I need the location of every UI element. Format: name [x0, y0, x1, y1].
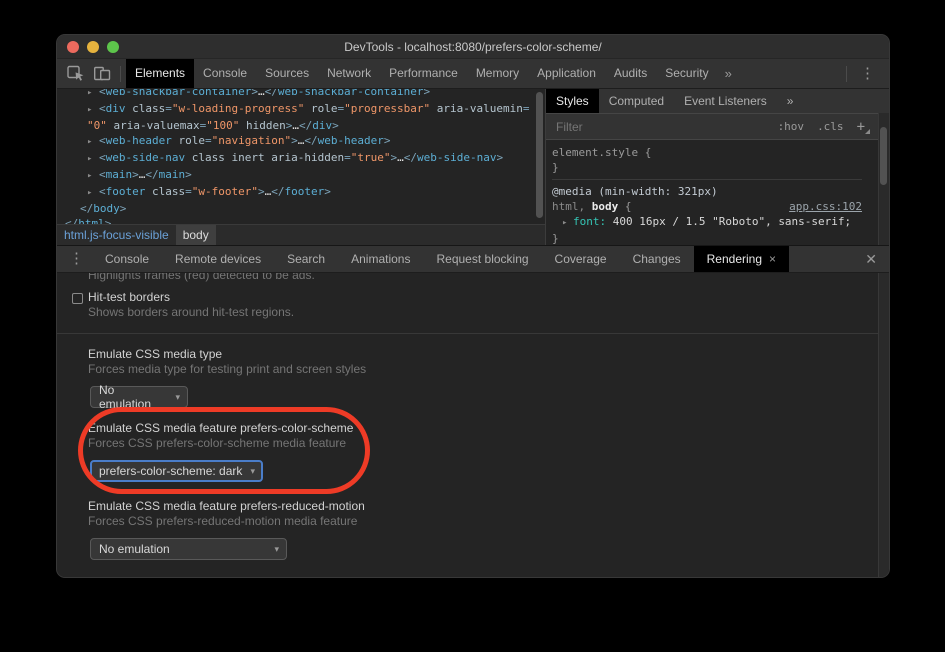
styles-filter-bar: :hov .cls + [546, 114, 878, 140]
section-description: Forces CSS prefers-reduced-motion media … [88, 514, 889, 529]
class-toggle-button[interactable]: .cls [817, 120, 844, 133]
elements-panel: ▸<web-snackbar-container>…</web-snackbar… [57, 89, 889, 245]
tab-elements[interactable]: Elements [126, 59, 194, 88]
drawer-tab-rendering[interactable]: Rendering × [694, 246, 789, 272]
media-type-section: Emulate CSS media type Forces media type… [57, 347, 889, 408]
tab-event-listeners[interactable]: Event Listeners [674, 89, 777, 113]
styles-scrollbar-thumb[interactable] [880, 127, 887, 185]
drawer-tab-search[interactable]: Search [274, 246, 338, 272]
prefers-color-scheme-section: Emulate CSS media feature prefers-color-… [57, 421, 889, 482]
tab-application[interactable]: Application [528, 59, 605, 88]
drawer-tab-coverage[interactable]: Coverage [542, 246, 620, 272]
main-toolbar: Elements Console Sources Network Perform… [57, 59, 889, 89]
styles-sidebar: Styles Computed Event Listeners » :hov .… [545, 89, 889, 245]
tree-node[interactable]: </body> [65, 201, 545, 216]
drawer-tab-request-blocking[interactable]: Request blocking [423, 246, 541, 272]
tree-node[interactable]: ▸<div class="w-loading-progress" role="p… [65, 101, 545, 118]
minimize-window-button[interactable] [87, 41, 99, 53]
expand-node-icon[interactable]: ▸ [87, 89, 99, 101]
hit-test-borders-checkbox[interactable] [72, 293, 83, 304]
tab-console[interactable]: Console [194, 59, 256, 88]
drawer-tab-changes[interactable]: Changes [620, 246, 694, 272]
tab-audits[interactable]: Audits [605, 59, 656, 88]
drawer-toolbar: ⋮ Console Remote devices Search Animatio… [57, 245, 889, 273]
select-chevron-icon: ▾ [250, 466, 255, 477]
tab-sources[interactable]: Sources [256, 59, 318, 88]
tab-styles[interactable]: Styles [546, 89, 599, 113]
drawer-tab-animations[interactable]: Animations [338, 246, 423, 272]
tree-node[interactable]: ▸<footer class="w-footer">…</footer> [65, 184, 545, 201]
close-rendering-tab-icon[interactable]: × [769, 246, 776, 272]
breadcrumb-item-html[interactable]: html.js-focus-visible [57, 225, 176, 245]
devtools-menu-icon[interactable]: ⋮ [852, 61, 883, 87]
expand-node-icon[interactable]: ▸ [87, 135, 99, 150]
tree-node[interactable]: "0" aria-valuemax="100" hidden>…</div> [65, 118, 545, 133]
section-description: Forces CSS prefers-color-scheme media fe… [88, 436, 889, 451]
media-query: @media (min-width: 321px) [552, 184, 862, 199]
clipped-option-description: Highlights frames (red) detected to be a… [57, 273, 889, 282]
window-title: DevTools - localhost:8080/prefers-color-… [344, 40, 601, 54]
more-panels-button[interactable]: » [718, 59, 739, 88]
hit-test-borders-option: Hit-test borders Shows borders around hi… [57, 290, 889, 320]
titlebar: DevTools - localhost:8080/prefers-color-… [57, 35, 889, 59]
device-toolbar-icon[interactable] [89, 61, 115, 87]
traffic-lights [67, 35, 119, 58]
option-description: Shows borders around hit-test regions. [88, 305, 889, 320]
prefers-color-scheme-select[interactable]: prefers-color-scheme: dark ▾ [90, 460, 263, 482]
expand-property-icon[interactable]: ▸ [562, 216, 573, 231]
styles-tab-bar: Styles Computed Event Listeners » [546, 89, 889, 114]
tab-security[interactable]: Security [656, 59, 717, 88]
tab-performance[interactable]: Performance [380, 59, 467, 88]
select-chevron-icon: ▾ [274, 544, 279, 555]
drawer-tab-console[interactable]: Console [92, 246, 162, 272]
prefers-reduced-motion-section: Emulate CSS media feature prefers-reduce… [57, 499, 889, 560]
tree-node[interactable]: </html> [65, 216, 545, 224]
section-title: Emulate CSS media feature prefers-reduce… [88, 499, 889, 514]
pseudo-state-button[interactable]: :hov [778, 120, 805, 133]
tree-node[interactable]: ▸<web-header role="navigation">…</web-he… [65, 133, 545, 150]
option-label: Hit-test borders [88, 290, 889, 305]
dom-tree-scrollbar[interactable] [536, 92, 543, 218]
styles-filter-input[interactable] [554, 119, 765, 135]
expand-node-icon[interactable]: ▸ [87, 186, 99, 201]
tab-computed[interactable]: Computed [599, 89, 674, 113]
toolbar-separator [846, 66, 847, 82]
section-title: Emulate CSS media feature prefers-color-… [88, 421, 889, 436]
styles-rules: element.style { } @media (min-width: 321… [546, 140, 878, 245]
expand-node-icon[interactable]: ▸ [87, 103, 99, 118]
expand-node-icon[interactable]: ▸ [87, 169, 99, 184]
inspect-element-icon[interactable] [63, 61, 89, 87]
close-window-button[interactable] [67, 41, 79, 53]
devtools-window: DevTools - localhost:8080/prefers-color-… [57, 35, 889, 577]
drawer-tab-remote-devices[interactable]: Remote devices [162, 246, 274, 272]
section-description: Forces media type for testing print and … [88, 362, 889, 377]
media-type-select[interactable]: No emulation ▾ [90, 386, 188, 408]
dom-tree-pane: ▸<web-snackbar-container>…</web-snackbar… [57, 89, 545, 224]
more-sidebar-tabs-button[interactable]: » [777, 89, 804, 113]
rendering-scrollbar-track[interactable] [878, 273, 889, 577]
tab-memory[interactable]: Memory [467, 59, 528, 88]
new-style-rule-button[interactable]: + [857, 119, 870, 135]
breadcrumb: html.js-focus-visible body [57, 224, 545, 245]
section-title: Emulate CSS media type [88, 347, 889, 362]
zoom-window-button[interactable] [107, 41, 119, 53]
tab-network[interactable]: Network [318, 59, 380, 88]
tree-node[interactable]: ▸<main>…</main> [65, 167, 545, 184]
drawer-menu-icon[interactable]: ⋮ [61, 246, 92, 272]
rendering-panel: Highlights frames (red) detected to be a… [57, 273, 889, 577]
expand-node-icon[interactable]: ▸ [87, 152, 99, 167]
section-divider [57, 333, 878, 334]
rule-element-style: element.style { } [552, 143, 862, 179]
stylesheet-link[interactable]: app.css:102 [789, 199, 862, 214]
dom-tree: ▸<web-snackbar-container>…</web-snackbar… [57, 89, 545, 224]
breadcrumb-item-body[interactable]: body [176, 225, 216, 245]
select-chevron-icon: ▾ [175, 392, 180, 403]
toolbar-separator [120, 66, 121, 82]
prefers-reduced-motion-select[interactable]: No emulation ▾ [90, 538, 287, 560]
tree-node[interactable]: ▸<web-snackbar-container>…</web-snackbar… [65, 89, 545, 101]
rule-media-html-body: @media (min-width: 321px) app.css:102htm… [552, 179, 862, 245]
close-drawer-icon[interactable]: ✕ [863, 251, 879, 268]
tree-node[interactable]: ▸<web-side-nav class inert aria-hidden="… [65, 150, 545, 167]
